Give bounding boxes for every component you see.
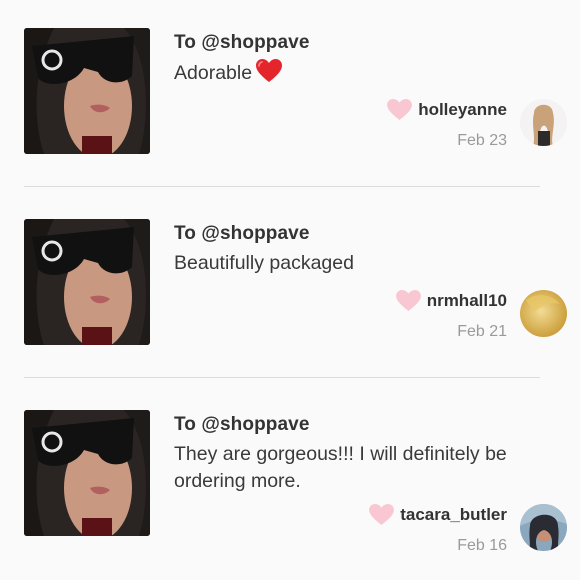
comment-username[interactable]: nrmhall10: [427, 291, 507, 311]
comment-text-value: Beautifully packaged: [174, 252, 354, 274]
comment-text-value: They are gorgeous!!! I will definitely b…: [174, 443, 507, 492]
comment-meta: tacara_butler Feb 16: [369, 504, 507, 555]
comment-author: nrmhall10: [395, 290, 507, 312]
comment-divider: [24, 186, 540, 187]
comment-author: tacara_butler: [369, 504, 507, 526]
user-avatar[interactable]: [520, 504, 567, 551]
comment-date: Feb 16: [457, 537, 507, 554]
user-avatar[interactable]: [520, 99, 567, 146]
comment-recipient[interactable]: To @shoppave: [174, 32, 310, 54]
comment-date: Feb 23: [457, 132, 507, 149]
comment-text: Beautifully packaged: [174, 250, 554, 277]
user-avatar[interactable]: [520, 290, 567, 337]
comment-recipient[interactable]: To @shoppave: [174, 414, 310, 436]
product-photo[interactable]: [24, 410, 150, 536]
red-heart-emoji-icon: [256, 59, 283, 91]
comment-divider: [24, 377, 540, 378]
product-photo[interactable]: [24, 28, 150, 154]
comment-text-value: Adorable: [174, 62, 253, 84]
comments-feed: To @shoppave Adorable holleyanne Feb 23: [0, 0, 580, 580]
comment-author: holleyanne: [387, 99, 507, 121]
like-heart-icon[interactable]: [395, 290, 421, 312]
comment-text: They are gorgeous!!! I will definitely b…: [174, 441, 554, 495]
comment-meta: holleyanne Feb 23: [387, 99, 507, 150]
comment-username[interactable]: tacara_butler: [400, 505, 507, 525]
like-heart-icon[interactable]: [387, 99, 413, 121]
comment-username[interactable]: holleyanne: [418, 100, 507, 120]
comment-date: Feb 21: [457, 323, 507, 340]
product-photo[interactable]: [24, 219, 150, 345]
comment-recipient[interactable]: To @shoppave: [174, 223, 310, 245]
like-heart-icon[interactable]: [369, 504, 395, 526]
comment-text: Adorable: [174, 59, 554, 91]
comment-meta: nrmhall10 Feb 21: [395, 290, 507, 341]
